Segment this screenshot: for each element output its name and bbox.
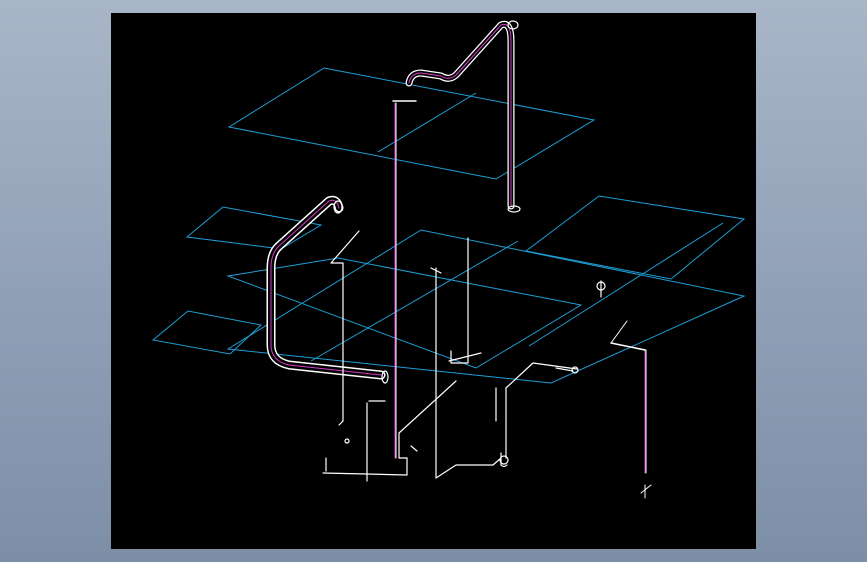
elbow-fitting-left	[344, 438, 350, 444]
middle-floor-divider-2	[528, 222, 724, 347]
cad-viewport[interactable]	[111, 13, 756, 549]
middle-floor-plate	[226, 229, 746, 384]
drain-pipe-network	[322, 230, 602, 482]
left-small-plate-lower	[151, 310, 263, 355]
thin-risers	[392, 100, 652, 499]
upper-riser-pipe	[405, 20, 521, 213]
isometric-pipe-drawing	[151, 20, 746, 499]
right-floor-plate	[524, 195, 746, 280]
upper-floor-divider	[377, 92, 477, 153]
lower-floor-plate	[226, 257, 583, 369]
floor-plates	[151, 67, 746, 384]
